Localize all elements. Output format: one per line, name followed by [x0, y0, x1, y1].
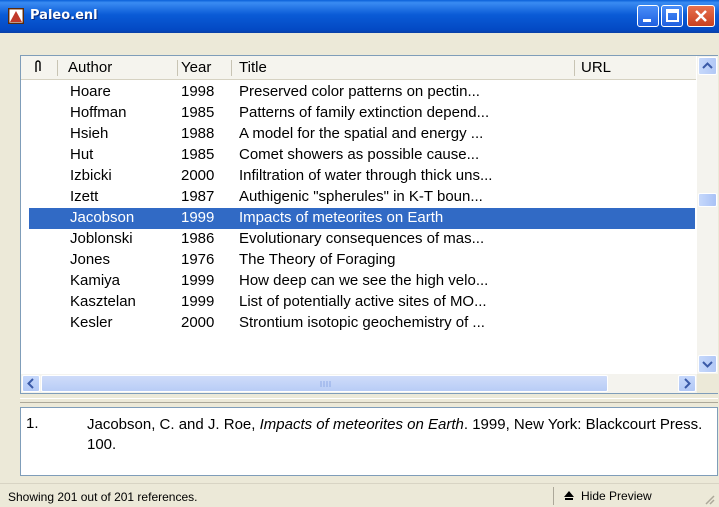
scroll-left-button[interactable] — [22, 375, 40, 392]
reference-row[interactable]: Joblonski 1986 Evolutionary consequences o… — [29, 229, 695, 250]
reference-title: Preserved color patterns on pectin... — [239, 83, 480, 100]
citation-title: Impacts of meteorites on Earth — [259, 416, 464, 433]
reference-year: 1985 — [181, 104, 215, 121]
grip-lines-icon — [320, 381, 331, 387]
reference-title: Evolutionary consequences of mas... — [239, 230, 485, 247]
reference-row[interactable]: Hoffman 1985 Patterns of family extinction… — [29, 103, 695, 124]
reference-year: 1988 — [181, 125, 215, 142]
reference-year: 1999 — [181, 209, 215, 226]
reference-year: 1986 — [181, 230, 215, 247]
reference-author: Kasztelan — [70, 293, 136, 310]
scroll-down-button[interactable] — [698, 355, 717, 373]
maximize-button[interactable] — [661, 5, 683, 27]
formatted-citation: Jacobson, C. and J. Roe, Impacts of mete… — [87, 415, 712, 455]
vertical-scroll-thumb[interactable] — [698, 193, 717, 207]
reference-row[interactable]: Izett 1987 Authigenic "spherules" in K-T b… — [29, 187, 695, 208]
hide-preview-label: Hide Preview — [581, 489, 652, 503]
reference-year: 1976 — [181, 251, 215, 268]
reference-author: Hsieh — [70, 125, 109, 142]
reference-author: Hoare — [70, 83, 111, 100]
year-column-header[interactable]: Year — [181, 59, 211, 76]
reference-author: Joblonski — [70, 230, 133, 247]
reference-title: Patterns of family extinction depend... — [239, 104, 490, 121]
scroll-up-button[interactable] — [698, 57, 717, 75]
scroll-right-button[interactable] — [678, 375, 696, 392]
reference-row[interactable]: Hsieh 1988 A model for the spatial and ene… — [29, 124, 695, 145]
reference-title: List of potentially active sites of MO..… — [239, 293, 487, 310]
reference-year: 2000 — [181, 167, 215, 184]
scrollbar-corner — [697, 374, 718, 393]
hide-preview-button[interactable]: Hide Preview — [563, 489, 652, 503]
reference-title: Strontium isotopic geochemistry of ... — [239, 314, 485, 331]
maximize-icon — [666, 9, 679, 22]
reference-author: Hoffman — [70, 104, 127, 121]
endnote-app-icon — [8, 8, 24, 24]
column-header: Author Year Title URL — [21, 56, 696, 80]
vertical-scrollbar[interactable] — [697, 56, 718, 374]
chevron-down-icon — [702, 361, 713, 368]
reference-title: A model for the spatial and energy ... — [239, 125, 484, 142]
close-button[interactable] — [687, 5, 715, 27]
window-title: Paleo.enl — [30, 8, 98, 23]
reference-title: Impacts of meteorites on Earth — [239, 209, 444, 226]
horizontal-scroll-thumb[interactable] — [41, 375, 608, 392]
close-icon — [695, 10, 707, 22]
status-bar: Showing 201 out of 201 references. Hide … — [0, 483, 719, 507]
minimize-button[interactable] — [637, 5, 659, 27]
status-text: Showing 201 out of 201 references. — [8, 490, 198, 504]
triangle-up-icon — [564, 491, 574, 500]
reference-row[interactable]: Jacobson 1999 Impacts of meteorites on Ear… — [29, 208, 695, 229]
attachment-column-header[interactable] — [33, 59, 43, 79]
resize-grip-icon[interactable] — [703, 493, 715, 505]
reference-year: 1999 — [181, 293, 215, 310]
chevron-right-icon — [684, 378, 691, 389]
reference-title: Comet showers as possible cause... — [239, 146, 480, 163]
preview-splitter[interactable] — [20, 398, 718, 403]
endnote-library-window: Paleo.enl Author Year Title URL Hoare 199… — [0, 0, 719, 507]
title-column-header[interactable]: Title — [239, 59, 267, 76]
reference-author: Jacobson — [70, 209, 135, 226]
reference-author: Izbicki — [70, 167, 112, 184]
reference-title: How deep can we see the high velo... — [239, 272, 489, 289]
paperclip-icon — [35, 60, 41, 72]
title-bar[interactable]: Paleo.enl — [0, 0, 719, 33]
reference-row[interactable]: Kasztelan 1999 List of potentially active … — [29, 292, 695, 313]
reference-row[interactable]: Izbicki 2000 Infiltration of water through… — [29, 166, 695, 187]
reference-author: Izett — [70, 188, 99, 205]
reference-title: Infiltration of water through thick uns.… — [239, 167, 493, 184]
reference-title: Authigenic "spherules" in K-T boun... — [239, 188, 483, 205]
reference-row[interactable]: Hoare 1998 Preserved color patterns on pec… — [29, 82, 695, 103]
author-column-header[interactable]: Author — [68, 59, 112, 76]
chevron-up-icon — [702, 62, 713, 69]
citation-authors: Jacobson, C. and J. Roe, — [87, 416, 260, 433]
citation-number: 1. — [26, 415, 39, 432]
chevron-left-icon — [27, 378, 34, 389]
reference-row[interactable]: Kamiya 1999 How deep can we see the high v… — [29, 271, 695, 292]
reference-author: Kesler — [70, 314, 113, 331]
url-column-header[interactable]: URL — [581, 59, 611, 76]
reference-year: 1987 — [181, 188, 215, 205]
reference-author: Jones — [70, 251, 111, 268]
reference-row[interactable]: Kesler 2000 Strontium isotopic geochemistr… — [29, 313, 695, 334]
reference-title: The Theory of Foraging — [239, 251, 396, 268]
reference-author: Hut — [70, 146, 94, 163]
reference-list[interactable]: Author Year Title URL Hoare 1998 Preserved… — [20, 55, 718, 394]
reference-year: 2000 — [181, 314, 215, 331]
reference-year: 1999 — [181, 272, 215, 289]
minimize-icon — [643, 19, 651, 22]
horizontal-scrollbar[interactable] — [21, 374, 697, 393]
reference-row[interactable]: Jones 1976 The Theory of Foraging — [29, 250, 695, 271]
preview-pane: 1. Jacobson, C. and J. Roe, Impacts of m… — [20, 407, 718, 476]
reference-row[interactable]: Hut 1985 Comet showers as possible cause..… — [29, 145, 695, 166]
reference-author: Kamiya — [70, 272, 121, 289]
reference-year: 1998 — [181, 83, 215, 100]
reference-year: 1985 — [181, 146, 215, 163]
